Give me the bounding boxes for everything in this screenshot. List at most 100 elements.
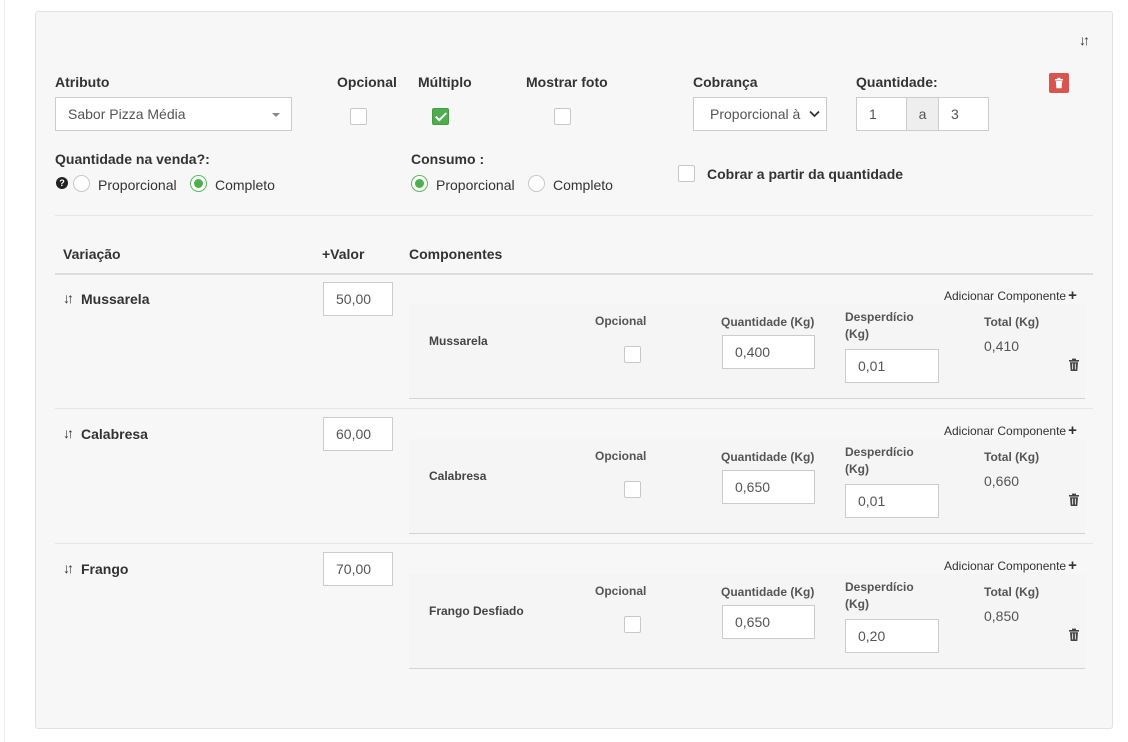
cobranca-select-value: Proporcional à [710,106,801,122]
component-quantidade-input[interactable]: 0,650 [722,470,815,504]
component-desperdicio-input[interactable]: 0,20 [845,619,939,653]
plus-icon: + [1068,557,1077,574]
consumo-completo-radio[interactable] [528,175,545,192]
table-row: ↓↑ Mussarela 50,00 Adicionar Componente +… [36,274,1112,409]
variation-valor-input[interactable]: 70,00 [323,552,393,586]
trash-icon[interactable] [1068,358,1080,372]
component-quantidade-value: 0,650 [735,614,771,630]
quantidade-max-input[interactable]: 3 [938,97,989,131]
component-total-value: 0,660 [984,473,1020,489]
component-quantidade-input[interactable]: 0,650 [722,605,815,639]
add-component-label: Adicionar Componente [944,289,1067,303]
add-component-button[interactable]: Adicionar Componente + [944,287,1077,304]
plus-icon: + [1068,287,1077,304]
component-desperdicio-input[interactable]: 0,01 [845,484,939,518]
trash-icon [1055,77,1063,89]
component-total-value: 0,850 [984,608,1020,624]
sort-arrows-icon[interactable]: ↓↑ [63,560,74,576]
col-valor: +Valor [322,246,365,262]
plus-icon: + [1068,422,1077,439]
question-circle-icon[interactable]: ? [56,177,68,189]
component-quantidade-input[interactable]: 0,400 [722,335,815,369]
qtd-venda-proporcional-radio[interactable] [73,175,90,192]
variation-name: Mussarela [81,291,150,307]
trash-icon[interactable] [1068,493,1080,507]
variation-valor-input[interactable]: 50,00 [323,282,393,316]
component-quantidade-label: Quantidade (Kg) [721,585,815,599]
atributo-label: Atributo [55,74,110,90]
add-component-label: Adicionar Componente [944,424,1067,438]
component-desperdicio-unit: (Kg) [845,462,869,476]
component-opcional-label: Opcional [595,314,647,328]
sort-arrows-icon[interactable]: ↓↑ [63,425,74,441]
component-desperdicio-unit: (Kg) [845,597,869,611]
qtd-venda-completo-radio[interactable] [190,175,207,192]
attribute-panel: ↓↑ Atributo Sabor Pizza Média Opcional M… [35,11,1113,729]
quantidade-min-input[interactable]: 1 [856,97,907,131]
chevron-down-icon [809,110,820,118]
cobrar-checkbox[interactable] [678,165,695,182]
component-desperdicio-unit: (Kg) [845,327,869,341]
add-component-button[interactable]: Adicionar Componente + [944,422,1077,439]
add-component-button[interactable]: Adicionar Componente + [944,557,1077,574]
component-quantidade-label: Quantidade (Kg) [721,450,815,464]
col-variacao: Variação [63,246,121,262]
component-total-label: Total (Kg) [984,315,1040,329]
trash-icon[interactable] [1068,628,1080,642]
caret-down-icon [272,113,280,117]
mostrar-foto-checkbox[interactable] [554,108,571,125]
component-desperdicio-input[interactable]: 0,01 [845,349,939,383]
component-opcional-checkbox[interactable] [624,481,641,498]
sort-arrows-icon[interactable]: ↓↑ [1079,32,1090,48]
quantidade-separator: a [906,97,939,131]
component-name: Mussarela [429,334,488,348]
multiplo-checkbox[interactable] [432,108,449,125]
component-quantidade-value: 0,650 [735,479,771,495]
cobranca-select[interactable]: Proporcional à [693,97,827,131]
col-componentes: Componentes [409,246,503,262]
variation-name: Calabresa [81,426,148,442]
sort-arrows-icon[interactable]: ↓↑ [63,290,74,306]
delete-attribute-button[interactable] [1049,73,1069,93]
quantidade-separator-text: a [918,106,927,122]
component-desperdicio-value: 0,01 [858,493,886,509]
opcional-label: Opcional [337,74,397,90]
component-quantidade-value: 0,400 [735,344,771,360]
atributo-select-value: Sabor Pizza Média [68,106,186,122]
component-opcional-checkbox[interactable] [624,616,641,633]
table-row: ↓↑ Calabresa 60,00 Adicionar Componente +… [36,409,1112,544]
mostrar-foto-label: Mostrar foto [526,74,608,90]
left-border [4,0,5,742]
component-box: Frango Desfiado Opcional Quantidade (Kg)… [409,574,1085,669]
opcional-checkbox[interactable] [350,108,367,125]
quantidade-label: Quantidade: [856,74,938,90]
qtd-venda-proporcional-label: Proporcional [98,177,177,193]
component-opcional-label: Opcional [595,449,647,463]
quantidade-max-value: 3 [951,106,959,122]
component-quantidade-label: Quantidade (Kg) [721,315,815,329]
component-desperdicio-label: Desperdício [845,310,914,324]
component-desperdicio-value: 0,01 [858,358,886,374]
qtd-venda-label: Quantidade na venda?: [55,151,210,167]
atributo-select[interactable]: Sabor Pizza Média [55,97,292,131]
component-opcional-label: Opcional [595,584,647,598]
component-name: Calabresa [429,469,487,483]
variation-name: Frango [81,561,129,577]
variation-valor-value: 50,00 [336,291,372,307]
component-box: Calabresa Opcional Quantidade (Kg) 0,650… [409,439,1085,534]
consumo-completo-label: Completo [553,177,613,193]
consumo-proporcional-label: Proporcional [436,177,515,193]
qtd-venda-completo-label: Completo [215,177,275,193]
component-name: Frango Desfiado [429,604,524,618]
variation-valor-value: 70,00 [336,561,372,577]
component-box: Mussarela Opcional Quantidade (Kg) 0,400… [409,304,1085,399]
component-total-label: Total (Kg) [984,450,1040,464]
variation-valor-value: 60,00 [336,426,372,442]
component-total-value: 0,410 [984,338,1020,354]
consumo-proporcional-radio[interactable] [411,175,428,192]
consumo-label: Consumo : [411,151,485,167]
component-desperdicio-label: Desperdício [845,580,914,594]
multiplo-label: Múltiplo [418,74,472,90]
component-opcional-checkbox[interactable] [624,346,641,363]
variation-valor-input[interactable]: 60,00 [323,417,393,451]
